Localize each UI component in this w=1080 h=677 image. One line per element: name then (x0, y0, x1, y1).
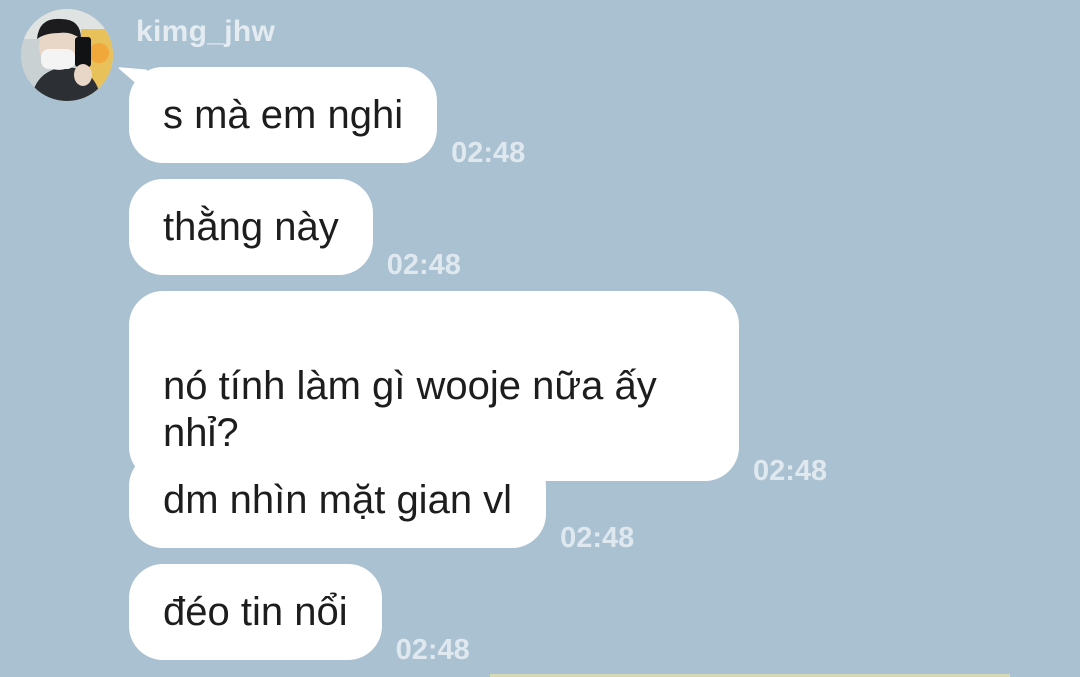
message-row: đéo tin nổi 02:48 (129, 564, 470, 666)
message-timestamp: 02:48 (451, 137, 526, 169)
message-text: nó tính làm gì wooje nữa ấy nhỉ? (163, 364, 657, 455)
message-timestamp: 02:48 (560, 522, 635, 554)
message-row: thằng này 02:48 (129, 179, 461, 281)
message-bubble[interactable]: đéo tin nổi (129, 564, 382, 660)
chat-view: kimg_jhw s mà em nghi 02:48 thằng này 02… (0, 0, 1080, 677)
message-row: s mà em nghi 02:48 (129, 67, 525, 169)
message-timestamp: 02:48 (753, 455, 828, 487)
message-text: dm nhìn mặt gian vl (163, 478, 513, 522)
avatar-photo-icon (21, 9, 113, 101)
message-timestamp: 02:48 (386, 249, 461, 281)
sender-name[interactable]: kimg_jhw (136, 15, 275, 49)
message-bubble[interactable]: thằng này (129, 179, 373, 275)
message-bubble[interactable]: s mà em nghi (129, 67, 438, 163)
message-text: đéo tin nổi (163, 590, 348, 634)
message-text: thằng này (163, 205, 339, 249)
message-row: dm nhìn mặt gian vl 02:48 (129, 452, 634, 554)
sender-avatar[interactable] (21, 9, 113, 101)
message-timestamp: 02:48 (395, 634, 470, 666)
message-text: s mà em nghi (163, 93, 404, 137)
message-bubble[interactable]: dm nhìn mặt gian vl (129, 452, 547, 548)
